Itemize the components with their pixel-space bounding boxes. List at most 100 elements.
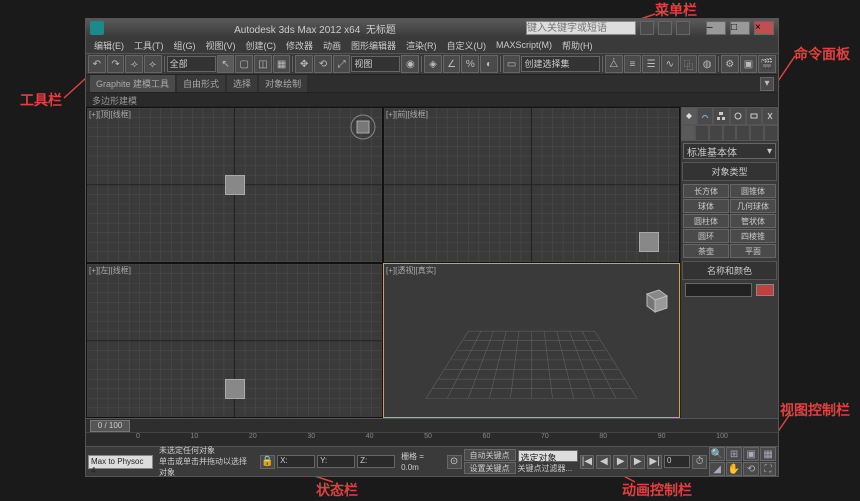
prim-teapot[interactable]: 茶壶 — [683, 244, 729, 258]
shapes-subtab[interactable] — [695, 125, 709, 141]
mirror-button[interactable]: ⧊ — [605, 55, 623, 73]
redo-button[interactable]: ↷ — [107, 55, 125, 73]
menu-animation[interactable]: 动画 — [319, 38, 345, 53]
snap-button[interactable]: ◈ — [424, 55, 442, 73]
time-slider[interactable]: 0 / 100 — [86, 418, 778, 432]
prim-sphere[interactable]: 球体 — [683, 199, 729, 213]
menu-tools[interactable]: 工具(T) — [130, 38, 168, 53]
ribbon-tab-selection[interactable]: 选择 — [227, 75, 257, 92]
select-name-button[interactable]: ▢ — [235, 55, 253, 73]
menu-edit[interactable]: 编辑(E) — [90, 38, 128, 53]
material-editor-button[interactable]: ◍ — [698, 55, 716, 73]
prev-frame-button[interactable]: ◀ — [596, 455, 611, 469]
viewport-perspective[interactable]: [+][透视][真实] — [383, 263, 680, 419]
menu-views[interactable]: 视图(V) — [202, 38, 240, 53]
zoom-all-button[interactable]: ⊞ — [726, 447, 742, 461]
prim-pyramid[interactable]: 四棱锥 — [730, 229, 776, 243]
ribbon-tab-freeform[interactable]: 自由形式 — [177, 75, 225, 92]
render-setup-button[interactable]: ⚙ — [721, 55, 739, 73]
help-search-input[interactable] — [526, 21, 636, 35]
track-bar[interactable]: 0102030405060708090100 — [86, 432, 778, 446]
keyfilter-dropdown[interactable]: 选定对象 — [518, 450, 578, 462]
spacewarps-subtab[interactable] — [750, 125, 764, 141]
z-field[interactable]: Z: — [357, 455, 395, 468]
next-frame-button[interactable]: ▶ — [630, 455, 645, 469]
star-button[interactable] — [658, 21, 672, 35]
ribbon-tab-graphite[interactable]: Graphite 建模工具 — [90, 75, 175, 92]
schematic-button[interactable]: ⿻ — [680, 55, 698, 73]
menu-maxscript[interactable]: MAXScript(M) — [492, 39, 556, 51]
curve-editor-button[interactable]: ∿ — [661, 55, 679, 73]
menu-modifiers[interactable]: 修改器 — [282, 38, 317, 53]
rollout-object-type[interactable]: 对象类型 — [682, 162, 777, 181]
rotate-button[interactable]: ⟲ — [314, 55, 332, 73]
render-button[interactable]: 🎬 — [758, 55, 776, 73]
refcoord-dropdown[interactable]: 视图 — [351, 56, 400, 72]
zoom-extents-button[interactable]: ▣ — [743, 447, 759, 461]
selection-filter-dropdown[interactable]: 全部 — [167, 56, 216, 72]
goto-start-button[interactable]: |◀ — [580, 455, 595, 469]
maxscript-listener[interactable]: Max to Physoc 4 — [88, 455, 153, 469]
menu-graph[interactable]: 图形编辑器 — [347, 38, 400, 53]
spinner-snap-button[interactable]: ◐ — [480, 55, 498, 73]
window-crossing-button[interactable]: ▦ — [273, 55, 291, 73]
pivot-button[interactable]: ◉ — [401, 55, 419, 73]
zoom-button[interactable]: 🔍 — [709, 447, 725, 461]
prim-box[interactable]: 长方体 — [683, 184, 729, 198]
systems-subtab[interactable] — [764, 125, 778, 141]
named-selection-dropdown[interactable]: 创建选择集 — [521, 56, 599, 72]
zoom-extents-all-button[interactable]: ▦ — [760, 447, 776, 461]
help-button[interactable] — [640, 21, 654, 35]
pan-button[interactable]: ✋ — [726, 462, 742, 476]
setkey-button[interactable]: 设置关键点 — [464, 462, 516, 474]
object-color-swatch[interactable] — [756, 284, 774, 296]
maximize-viewport-button[interactable]: ⛶ — [760, 462, 776, 476]
current-frame-input[interactable]: 0 — [664, 455, 690, 468]
lock-selection-button[interactable]: 🔒 — [260, 455, 275, 469]
play-button[interactable]: ▶ — [613, 455, 628, 469]
y-field[interactable]: Y: — [317, 455, 355, 468]
key-filters-link[interactable]: 关键点过滤器... — [518, 463, 578, 474]
autokey-button[interactable]: 自动关键点 — [464, 449, 516, 461]
undo-button[interactable]: ↶ — [88, 55, 106, 73]
select-button[interactable]: ↖ — [217, 55, 235, 73]
percent-snap-button[interactable]: % — [461, 55, 479, 73]
menu-group[interactable]: 组(G) — [170, 38, 200, 53]
viewport-top-label[interactable]: [+][顶][线框] — [89, 109, 131, 120]
prim-geosphere[interactable]: 几何球体 — [730, 199, 776, 213]
menu-customize[interactable]: 自定义(U) — [443, 38, 491, 53]
scale-button[interactable]: ⤢ — [333, 55, 351, 73]
helpers-subtab[interactable] — [736, 125, 750, 141]
menu-help[interactable]: 帮助(H) — [558, 38, 597, 53]
time-slider-thumb[interactable]: 0 / 100 — [90, 420, 130, 432]
info-button[interactable] — [676, 21, 690, 35]
link-button[interactable]: ⟢ — [125, 55, 143, 73]
object-name-input[interactable] — [685, 283, 752, 297]
prim-plane[interactable]: 平面 — [730, 244, 776, 258]
viewcube-persp-icon[interactable] — [639, 284, 669, 314]
unlink-button[interactable]: ⟣ — [144, 55, 162, 73]
utilities-tab[interactable] — [762, 107, 778, 125]
viewport-front-label[interactable]: [+][前][线框] — [386, 109, 428, 120]
create-tab[interactable] — [681, 107, 697, 125]
prim-cylinder[interactable]: 圆柱体 — [683, 214, 729, 228]
menu-render[interactable]: 渲染(R) — [402, 38, 441, 53]
menu-create[interactable]: 创建(C) — [242, 38, 281, 53]
primitive-category-dropdown[interactable]: 标准基本体▾ — [683, 143, 776, 159]
modify-tab[interactable] — [697, 107, 713, 125]
x-field[interactable]: X: — [277, 455, 315, 468]
move-button[interactable]: ✥ — [295, 55, 313, 73]
goto-end-button[interactable]: ▶| — [647, 455, 662, 469]
viewport-left-label[interactable]: [+][左][线框] — [89, 265, 131, 276]
rollout-name-color[interactable]: 名称和颜色 — [682, 261, 777, 280]
geometry-subtab[interactable] — [681, 125, 695, 141]
viewport-persp-label[interactable]: [+][透视][真实] — [386, 265, 436, 276]
key-mode-toggle[interactable]: ⊙ — [447, 455, 462, 469]
fov-button[interactable]: ◢ — [709, 462, 725, 476]
minimize-button[interactable]: – — [706, 21, 726, 35]
lights-subtab[interactable] — [709, 125, 723, 141]
prim-torus[interactable]: 圆环 — [683, 229, 729, 243]
prim-tube[interactable]: 管状体 — [730, 214, 776, 228]
orbit-button[interactable]: ⟲ — [743, 462, 759, 476]
viewport-front[interactable]: [+][前][线框] — [383, 107, 680, 263]
